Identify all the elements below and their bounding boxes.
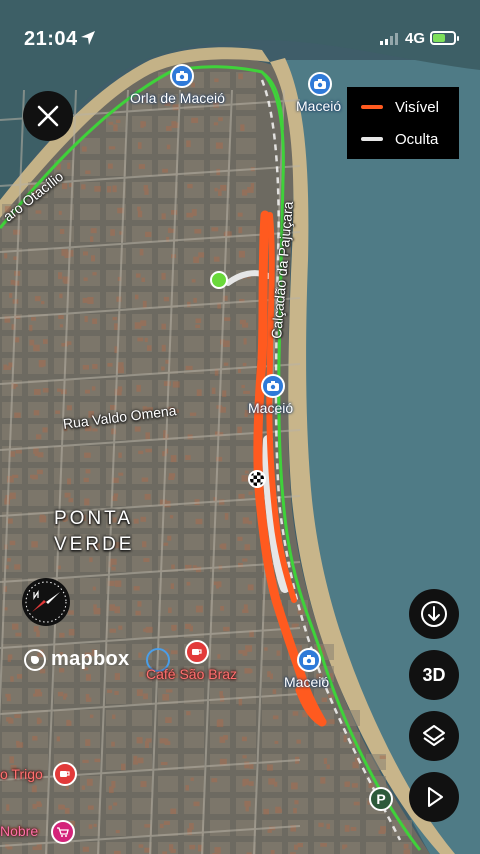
route-start-marker [210, 271, 228, 289]
camera-pin-maceio-low[interactable] [297, 648, 321, 672]
compass-icon [25, 581, 67, 623]
poi-label-orla[interactable]: Orla de Maceió [130, 90, 225, 106]
map-layers-button[interactable] [409, 711, 459, 761]
shopping-cart-icon [57, 827, 69, 837]
legend-label-visible: Visível [395, 98, 439, 116]
mapbox-logo-icon [24, 648, 46, 671]
parking-pin[interactable]: P [369, 787, 393, 811]
shop-pin-nobre[interactable] [51, 820, 75, 844]
district-label-line1: PONTA [54, 508, 134, 529]
legend-swatch-visible [361, 105, 383, 109]
coffee-cup-icon [60, 771, 70, 777]
mapbox-wordmark: mapbox [51, 648, 130, 670]
play-icon [428, 787, 443, 807]
location-arrow-icon [81, 31, 95, 45]
route-legend: Visível Oculta [347, 87, 459, 159]
3d-toggle-label: 3D [422, 664, 446, 685]
coffee-cup-icon [192, 649, 202, 655]
camera-icon [176, 71, 188, 81]
poi-label-maceio-mid[interactable]: Maceió [248, 400, 293, 416]
download-icon [421, 601, 447, 627]
close-button[interactable] [23, 91, 73, 141]
compass-button[interactable] [22, 578, 70, 626]
legend-item-visible: Visível [361, 97, 439, 117]
poi-label-maceio-low[interactable]: Maceió [284, 674, 329, 690]
3d-toggle-button[interactable]: 3D [409, 650, 459, 700]
close-icon [37, 105, 59, 127]
camera-pin-orla[interactable] [170, 64, 194, 88]
poi-label-nobre[interactable]: Nobre [0, 823, 38, 839]
cafe-pin-trigo[interactable] [53, 762, 77, 786]
battery-icon [430, 31, 459, 45]
parking-label: P [376, 791, 386, 807]
camera-icon [303, 655, 315, 665]
status-bar: 21:04 4G [0, 0, 480, 60]
camera-icon [314, 79, 326, 89]
signal-bars-icon [380, 33, 398, 45]
play-flyover-button[interactable] [409, 772, 459, 822]
district-label: PONTA VERDE [54, 506, 134, 558]
finish-flag-icon [248, 470, 266, 488]
legend-label-hidden: Oculta [395, 130, 439, 148]
layers-icon [423, 725, 445, 746]
district-label-line2: VERDE [54, 534, 135, 555]
cafe-pin-braz[interactable] [185, 640, 209, 664]
camera-pin-maceio-mid[interactable] [261, 374, 285, 398]
mapbox-attribution[interactable]: mapbox [24, 648, 129, 671]
download-button[interactable] [409, 589, 459, 639]
poi-label-trigo[interactable]: o Trigo [0, 766, 43, 782]
poi-label-maceio-top[interactable]: Maceió [296, 98, 341, 114]
camera-icon [267, 381, 279, 391]
camera-pin-maceio-top[interactable] [308, 72, 332, 96]
legend-swatch-hidden [361, 137, 383, 141]
network-type: 4G [405, 30, 426, 47]
legend-item-hidden: Oculta [361, 129, 438, 149]
poi-label-cafe-braz[interactable]: Café São Braz [146, 666, 237, 682]
status-time: 21:04 [24, 28, 78, 50]
